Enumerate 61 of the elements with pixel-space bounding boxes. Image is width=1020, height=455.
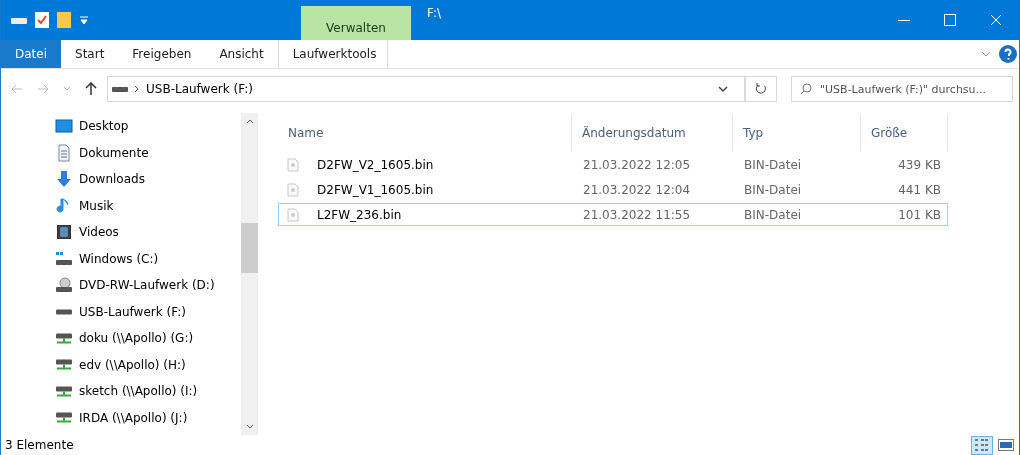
- navigation-item[interactable]: doku (\\Apollo) (G:): [55, 325, 241, 352]
- column-header[interactable]: Name: [278, 115, 572, 151]
- ribbon-tab[interactable]: Datei: [1, 40, 61, 68]
- navigation-item[interactable]: DVD-RW-Laufwerk (D:): [55, 272, 241, 299]
- film-icon: [55, 223, 73, 242]
- help-icon[interactable]: [999, 45, 1017, 63]
- chevron-icon: [134, 85, 140, 93]
- file-row[interactable]: D2FW_V2_1605.bin 21.03.2022 12:05 BIN-Datei 439 KB: [278, 153, 948, 176]
- maximize-icon: [944, 14, 956, 26]
- navigation-item[interactable]: Videos: [55, 219, 241, 246]
- network-drive-icon: [55, 412, 73, 424]
- file-row[interactable]: D2FW_V1_1605.bin 21.03.2022 12:04 BIN-Datei 441 KB: [278, 178, 948, 201]
- details-view-icon: [974, 438, 990, 452]
- document-icon: [55, 143, 73, 162]
- network-drive-icon: [55, 332, 73, 344]
- navigation-item[interactable]: Desktop: [55, 113, 241, 140]
- ribbon-tab[interactable]: Laufwerktools: [277, 40, 388, 68]
- column-header[interactable]: Typ: [733, 115, 861, 151]
- drive-icon[interactable]: [11, 15, 27, 25]
- drive-icon: [112, 85, 128, 93]
- drive-icon: [55, 308, 73, 315]
- navigation-item[interactable]: edv (\\Apollo) (H:): [55, 351, 241, 378]
- refresh-icon: [755, 83, 767, 95]
- dvd-drive-icon: [55, 276, 73, 295]
- navigation-item[interactable]: IRDA (\\Apollo) (J:): [55, 404, 241, 431]
- navigation-item[interactable]: Downloads: [55, 166, 241, 193]
- properties-icon[interactable]: [35, 12, 49, 28]
- file-icon: [287, 182, 299, 197]
- address-path[interactable]: USB-Laufwerk (F:): [146, 82, 253, 96]
- context-tab-header: Verwalten: [301, 6, 411, 40]
- column-header[interactable]: Größe: [861, 115, 948, 151]
- file-icon: [287, 207, 299, 222]
- address-bar[interactable]: USB-Laufwerk (F:): [107, 76, 745, 102]
- navigation-item[interactable]: USB-Laufwerk (F:): [55, 298, 241, 325]
- navigation-item[interactable]: Dokumente: [55, 139, 241, 166]
- close-icon: [990, 14, 1002, 26]
- system-drive-icon: [55, 249, 73, 268]
- dropdown-icon[interactable]: [718, 85, 728, 93]
- navigation-item[interactable]: Windows (C:): [55, 245, 241, 272]
- file-row[interactable]: L2FW_236.bin 21.03.2022 11:55 BIN-Datei 101 KB: [278, 203, 948, 226]
- scroll-up-icon[interactable]: [245, 119, 254, 124]
- expand-ribbon-icon[interactable]: [981, 50, 991, 58]
- scrollbar-thumb[interactable]: [241, 223, 258, 273]
- file-icon: [287, 157, 299, 172]
- scroll-down-icon[interactable]: [245, 424, 254, 429]
- column-header[interactable]: Änderungsdatum: [572, 115, 733, 151]
- scrollbar[interactable]: [241, 113, 258, 435]
- navigation-item[interactable]: Musik: [55, 192, 241, 219]
- network-drive-icon: [55, 359, 73, 371]
- download-arrow-icon: [55, 170, 73, 189]
- item-count: 3 Elemente: [5, 438, 75, 452]
- window-title: F:\: [426, 5, 443, 22]
- chevron-down-icon: [63, 86, 71, 92]
- refresh-button[interactable]: [745, 76, 777, 102]
- navigation-item[interactable]: sketch (\\Apollo) (I:): [55, 378, 241, 405]
- desktop-icon: [55, 117, 73, 136]
- minimize-icon: [898, 19, 910, 21]
- tiles-view-icon: [998, 439, 1014, 451]
- search-field[interactable]: "USB-Laufwerk (F:)" durchsu...: [791, 76, 1013, 102]
- view-button[interactable]: [971, 435, 993, 455]
- network-drive-icon: [55, 385, 73, 397]
